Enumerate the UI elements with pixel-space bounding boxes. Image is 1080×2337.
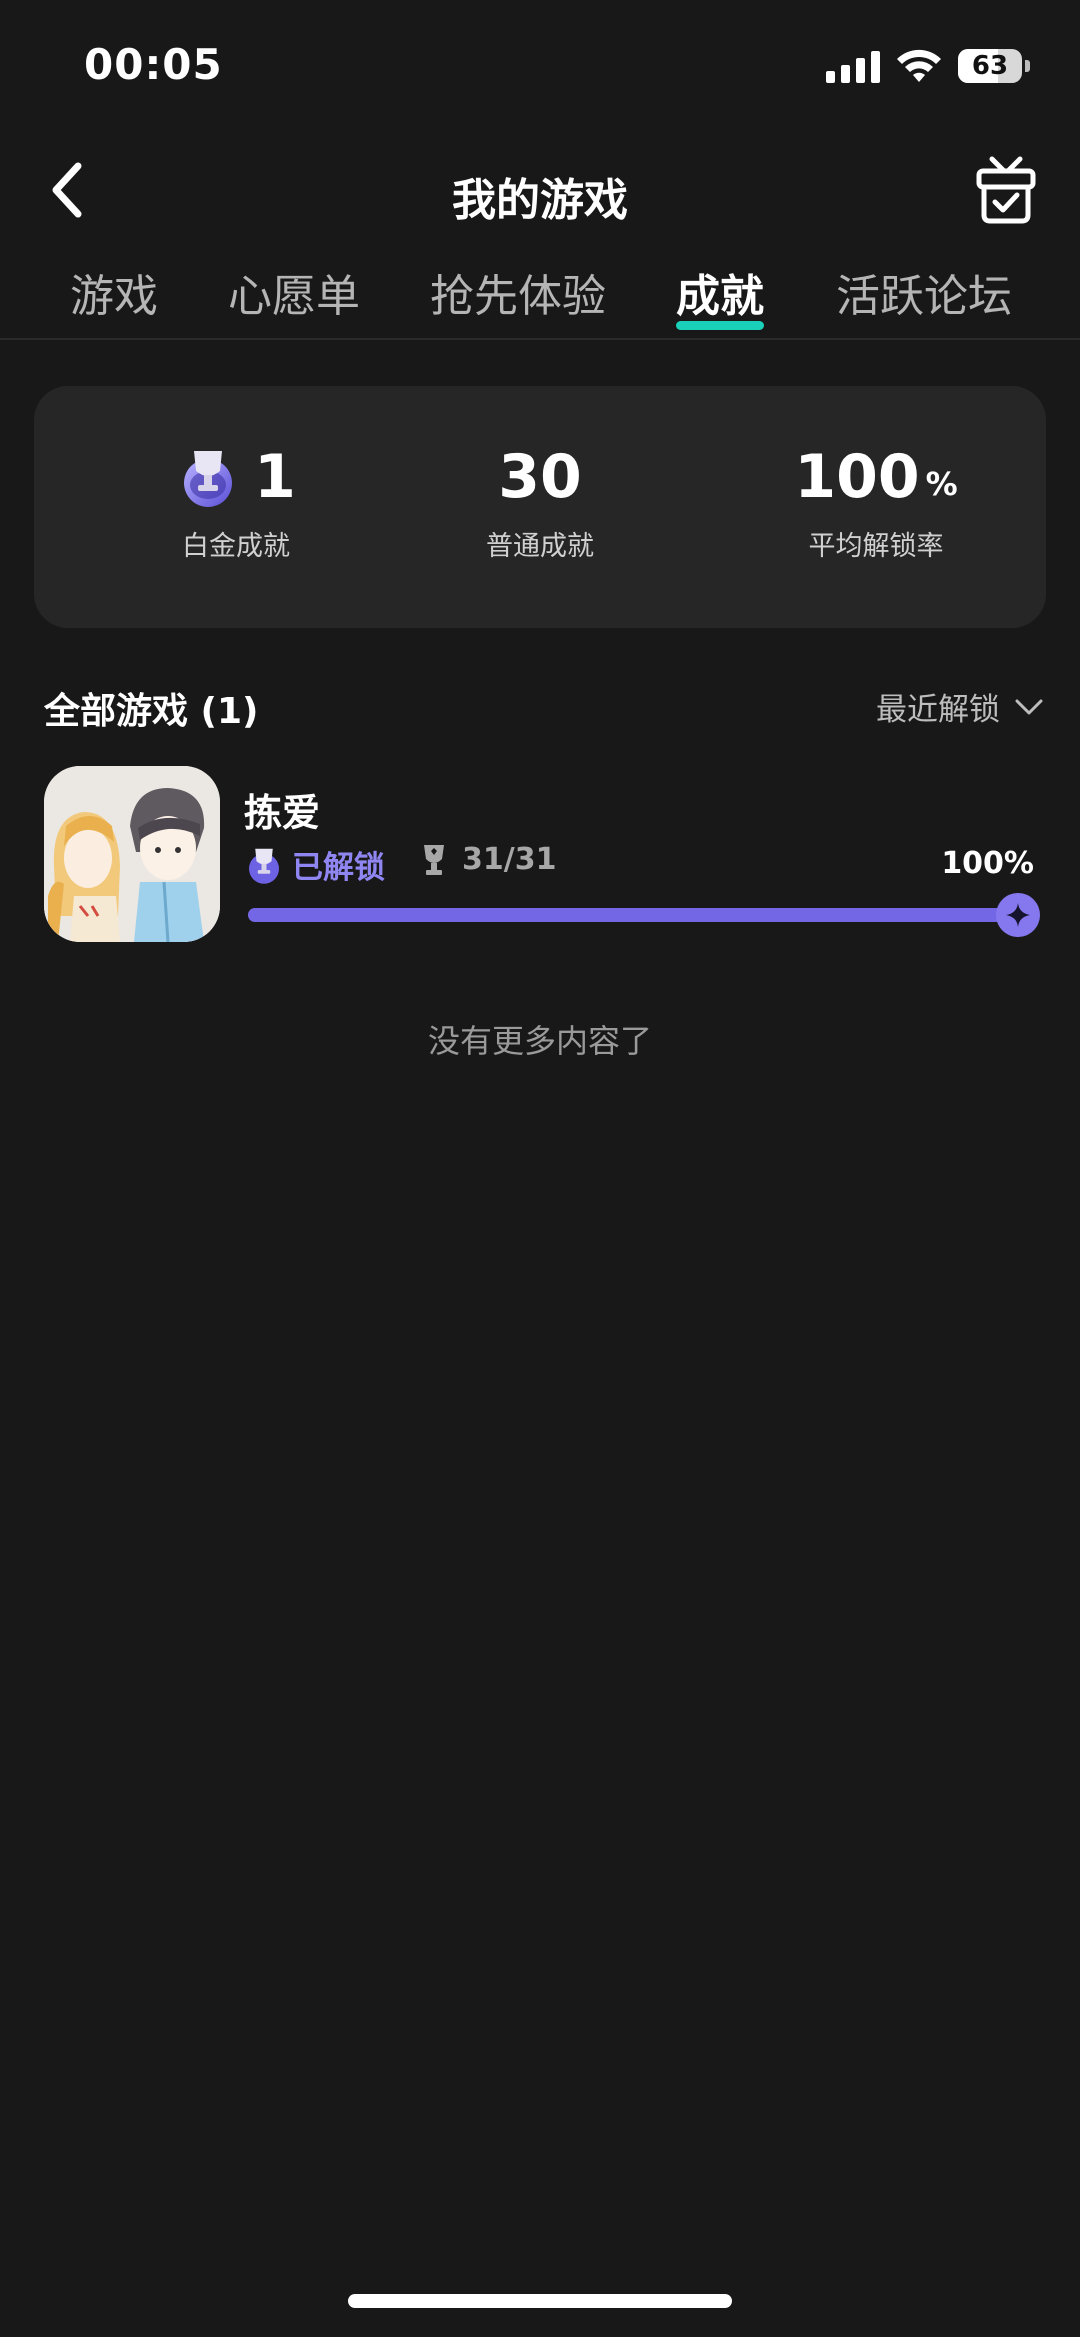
screen: 00:05 63 我的游戏 游戏 心愿单 抢先体验 成就 活跃论坛 1 白金成就… [0, 0, 1080, 2337]
battery-level: 63 [971, 51, 1009, 81]
tab-achievements[interactable]: 成就 [676, 260, 764, 330]
section-header: 全部游戏 (1) 最近解锁 [44, 676, 1044, 736]
sparkle-icon [1006, 903, 1030, 927]
normal-count: 30 [498, 442, 582, 512]
section-title: 全部游戏 (1) [44, 691, 259, 732]
sort-dropdown[interactable]: 最近解锁 [876, 684, 1044, 729]
platinum-label: 白金成就 [182, 531, 290, 562]
wifi-icon [897, 49, 941, 82]
stat-normal: 30 普通成就 [390, 442, 690, 563]
unlocked-label: 已解锁 [292, 850, 385, 886]
platinum-trophy-icon [184, 451, 233, 507]
gift-box-icon [976, 156, 1036, 224]
no-more-content: 没有更多内容了 [427, 1022, 652, 1060]
normal-label: 普通成就 [486, 531, 594, 562]
trophy-icon [424, 844, 444, 875]
nav-bar: 我的游戏 [0, 140, 1080, 240]
progress-end-star [996, 893, 1040, 937]
stat-platinum: 1 白金成就 [86, 442, 386, 563]
sort-label: 最近解锁 [876, 692, 1000, 728]
page-title: 我的游戏 [452, 175, 628, 226]
tab-active-forum[interactable]: 活跃论坛 [836, 260, 1012, 324]
game-meta: 已解锁 31/31 100% [244, 842, 1034, 888]
tab-early-access[interactable]: 抢先体验 [430, 260, 606, 324]
completion-percent: 100% [941, 846, 1034, 881]
tab-games[interactable]: 游戏 [70, 260, 158, 324]
unlocked-badge: 已解锁 [244, 842, 385, 887]
progress-bar [248, 893, 1040, 937]
status-bar: 00:05 63 [0, 0, 1080, 130]
status-icons: 63 [826, 46, 1030, 86]
tab-bar: 游戏 心愿单 抢先体验 成就 活跃论坛 [0, 250, 1080, 340]
cellular-signal-icon [826, 49, 880, 83]
stat-unlock-rate: 100 % 平均解锁率 [726, 442, 1026, 563]
achievement-stats-card: 1 白金成就 30 普通成就 100 % 平均解锁率 [34, 386, 1046, 628]
game-title: 拣爱 [244, 791, 321, 835]
active-tab-indicator [676, 321, 764, 330]
unlock-rate-unit: % [925, 465, 958, 503]
game-cover-image [44, 766, 220, 942]
unlock-rate-label: 平均解锁率 [808, 531, 944, 562]
chevron-down-icon [1015, 699, 1043, 714]
unlock-rate-value: 100 [794, 442, 920, 512]
trophy-count: 31/31 [420, 842, 556, 877]
platinum-trophy-icon [249, 848, 279, 884]
platinum-count: 1 [254, 442, 296, 512]
gift-button[interactable] [966, 150, 1046, 230]
status-time: 00:05 [84, 40, 223, 89]
progress-fill [248, 908, 1008, 922]
home-indicator[interactable] [348, 2294, 732, 2308]
battery-icon: 63 [958, 49, 1030, 83]
tab-wishlist[interactable]: 心愿单 [228, 260, 360, 324]
list-item[interactable]: 拣爱 已解锁 31/31 100% [44, 766, 1044, 946]
trophy-count-value: 31/31 [462, 842, 557, 877]
